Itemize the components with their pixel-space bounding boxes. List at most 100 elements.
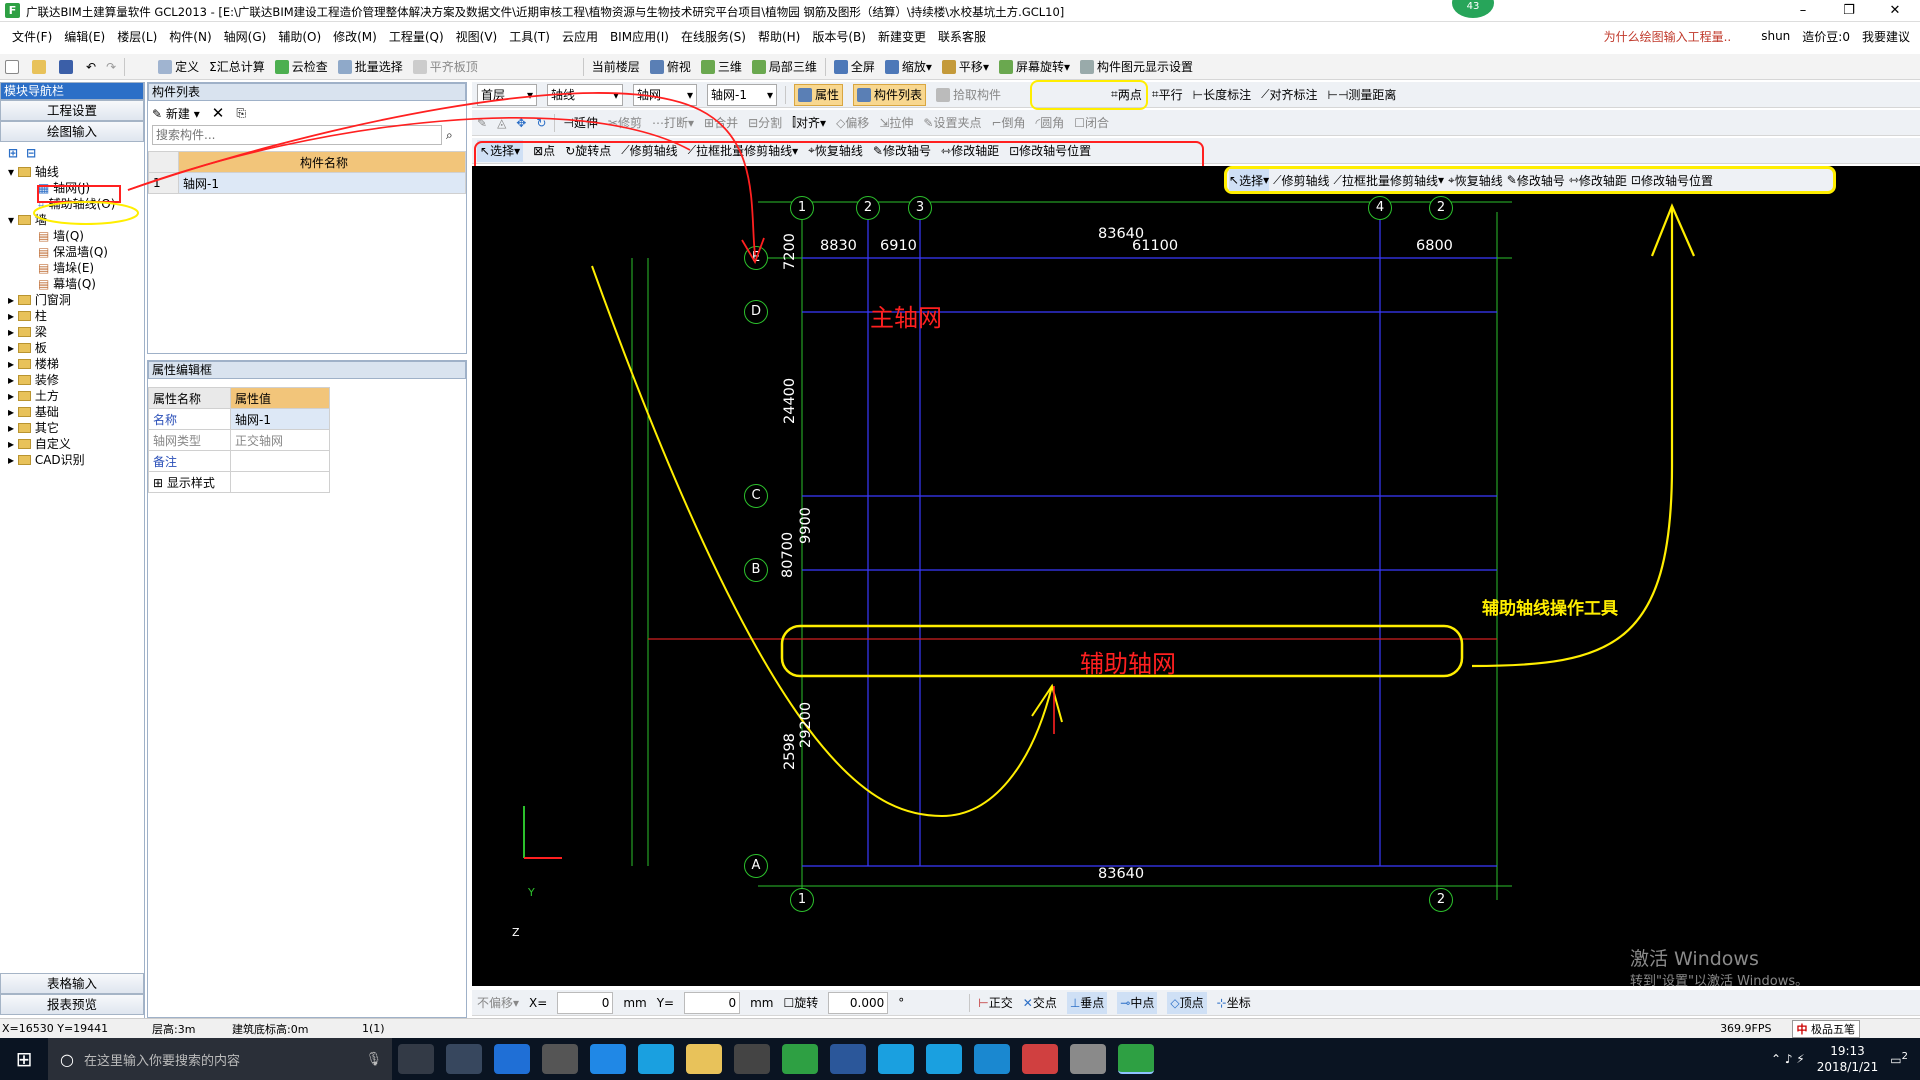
menu-view[interactable]: 视图(V) (456, 28, 498, 45)
taskbar-app-13-icon[interactable] (1070, 1044, 1106, 1074)
tree-folder-beam[interactable]: ▸ 梁 (8, 324, 144, 340)
clock-date[interactable]: 2018/1/21 (1817, 1059, 1879, 1075)
tree-folder-foundation[interactable]: ▸ 基础 (8, 404, 144, 420)
edge-icon[interactable] (494, 1044, 530, 1074)
wechat-icon[interactable] (782, 1044, 818, 1074)
tray-icons[interactable]: ⌃ ♪ ⚡ (1771, 1052, 1805, 1066)
taskbar-app-12-icon[interactable] (1022, 1044, 1058, 1074)
axis-label-top-2b[interactable]: 2 (1429, 196, 1453, 220)
notification-center-icon[interactable]: ▭2 (1890, 1051, 1908, 1067)
float-trim-axis-button[interactable]: ⟋ 修剪轴线 (1273, 169, 1329, 191)
align-slab-top-button[interactable]: 平齐板顶 (412, 56, 478, 78)
float-modify-pos-button[interactable]: ⊡ 修改轴号位置 (1631, 169, 1713, 191)
tree-folder-custom[interactable]: ▸ 自定义 (8, 436, 144, 452)
set-grip-button[interactable]: ✎ 设置夹点 (923, 112, 981, 134)
menu-support[interactable]: 联系客服 (938, 28, 986, 45)
snap-ortho-button[interactable]: ⊢ 正交 (978, 992, 1012, 1014)
axis-label-left-a[interactable]: A (744, 854, 768, 878)
project-setup-button[interactable]: 工程设置 (0, 100, 144, 121)
close-button[interactable]: ☐ 闭合 (1074, 112, 1109, 134)
copy-icon[interactable]: ⎘ (236, 106, 246, 121)
minimize-icon[interactable]: – (1780, 0, 1826, 22)
float-batch-trim-button[interactable]: ⟋ 拉框批量修剪轴线 ▾ (1334, 169, 1444, 191)
floor-select[interactable]: 首层 ▾ (477, 83, 537, 106)
snap-vertex-button[interactable]: ◇ 顶点 (1167, 991, 1207, 1014)
menu-new-change[interactable]: 新建变更 (878, 28, 926, 45)
windows-start-icon[interactable]: ⊞ (0, 1047, 48, 1071)
delete-icon[interactable]: ✕ (212, 104, 225, 122)
trim-button[interactable]: ✂ 修剪 (608, 112, 642, 134)
axis-label-bottom-2[interactable]: 2 (1429, 888, 1453, 912)
table-row[interactable]: 1 轴网-1 (148, 172, 466, 194)
axis-label-left-e[interactable]: E (744, 246, 768, 270)
table-row[interactable]: 名称 轴网-1 (148, 408, 330, 430)
expand-all-icon[interactable]: ⊞ (8, 146, 18, 160)
close-icon[interactable]: ✕ (1872, 0, 1918, 22)
save-icon[interactable] (59, 56, 76, 78)
pick-component-button[interactable]: 拾取构件 (936, 84, 1001, 106)
tree-wall-folder[interactable]: ▾ 墙 (8, 212, 144, 228)
tree-folder-cad[interactable]: ▸ CAD识别 (8, 452, 144, 468)
measure-distance-button[interactable]: ⊢⊣ 测量距离 (1328, 84, 1397, 106)
notification-badge[interactable]: 43 (1452, 0, 1494, 18)
tree-axis-folder[interactable]: ▾ 轴线 (8, 164, 144, 180)
split-button[interactable]: ⊟ 分割 (748, 112, 782, 134)
type-select[interactable]: 轴线 ▾ (547, 83, 623, 106)
cloud-check-button[interactable]: 云检查 (274, 56, 328, 78)
axis-label-left-b[interactable]: B (744, 558, 768, 582)
top-view-button[interactable]: 俯视 (649, 56, 691, 78)
menu-version[interactable]: 版本号(B) (812, 28, 866, 45)
offset-select[interactable]: 不偏移 ▾ (477, 992, 519, 1014)
component-select[interactable]: 轴网-1 ▾ (707, 83, 777, 106)
batch-select-button[interactable]: 批量选择 (337, 56, 403, 78)
tree-curtain-wall[interactable]: ▤ 幕墙(Q) (8, 276, 144, 292)
table-row[interactable]: 备注 (148, 450, 330, 472)
fillet-button[interactable]: ◜ 圆角 (1036, 112, 1065, 134)
3d-button[interactable]: 三维 (700, 56, 742, 78)
menu-online[interactable]: 在线服务(S) (681, 28, 746, 45)
zoom-button[interactable]: 缩放 ▾ (884, 56, 932, 78)
explorer-icon[interactable] (686, 1044, 722, 1074)
parallel-button[interactable]: ⌗ 平行 (1152, 84, 1183, 106)
menu-modify[interactable]: 修改(M) (333, 28, 377, 45)
snap-coordinate-button[interactable]: ⊹ 坐标 (1217, 992, 1251, 1014)
menu-aux[interactable]: 辅助(O) (278, 28, 321, 45)
feedback-link[interactable]: 我要建议 (1862, 28, 1910, 45)
redo-icon[interactable]: ↷ (106, 56, 116, 78)
user-name[interactable]: shun (1761, 29, 1790, 43)
axis-label-top-4[interactable]: 4 (1368, 196, 1392, 220)
tree-wall-q[interactable]: ▤ 墙(Q) (8, 228, 144, 244)
maximize-icon[interactable]: ❐ (1826, 0, 1872, 22)
float-restore-axis-button[interactable]: ⌖ 恢复轴线 (1448, 169, 1503, 191)
menu-component[interactable]: 构件(N) (169, 28, 211, 45)
menu-help[interactable]: 帮助(H) (758, 28, 800, 45)
axis-label-top-3[interactable]: 3 (908, 196, 932, 220)
chamfer-button[interactable]: ⌐ 倒角 (991, 112, 1025, 134)
x-input[interactable]: 0 (557, 991, 614, 1014)
tree-folder-column[interactable]: ▸ 柱 (8, 308, 144, 324)
component-search-input[interactable] (152, 125, 442, 145)
float-modify-number-button[interactable]: ✎ 修改轴号 (1507, 169, 1565, 191)
rotate-checkbox[interactable]: ☐ 旋转 (784, 992, 819, 1014)
extend-button[interactable]: ⊣ 延伸 (563, 112, 597, 134)
component-list-button[interactable]: 构件列表 (853, 83, 927, 106)
stretch-button[interactable]: ⇲ 拉伸 (879, 112, 913, 134)
menu-axis[interactable]: 轴网(G) (224, 28, 267, 45)
display-settings-button[interactable]: 构件图元显示设置 (1080, 56, 1193, 78)
offset-button[interactable]: ◇ 偏移 (836, 112, 869, 134)
draw-input-button[interactable]: 绘图输入 (0, 121, 144, 142)
taskbar-app-9-icon[interactable] (878, 1044, 914, 1074)
screen-rotate-button[interactable]: 屏幕旋转 ▾ (998, 56, 1070, 78)
tree-folder-stair[interactable]: ▸ 楼梯 (8, 356, 144, 372)
axis-label-top-1[interactable]: 1 (790, 196, 814, 220)
move-icon[interactable]: ✥ (516, 112, 526, 134)
tree-folder-other[interactable]: ▸ 其它 (8, 420, 144, 436)
menu-edit[interactable]: 编辑(E) (64, 28, 105, 45)
taskbar-app-10-icon[interactable] (926, 1044, 962, 1074)
table-row[interactable]: ⊞ 显示样式 (148, 471, 330, 493)
tree-axis-grid[interactable]: ▦ 轴网(J) (8, 180, 144, 196)
table-input-button[interactable]: 表格输入 (0, 973, 144, 994)
float-modify-spacing-button[interactable]: ⇿ 修改轴距 (1569, 169, 1627, 191)
align-dim-button[interactable]: ⟋ 对齐标注 (1261, 84, 1317, 106)
taskbar-app-1-icon[interactable] (446, 1044, 482, 1074)
